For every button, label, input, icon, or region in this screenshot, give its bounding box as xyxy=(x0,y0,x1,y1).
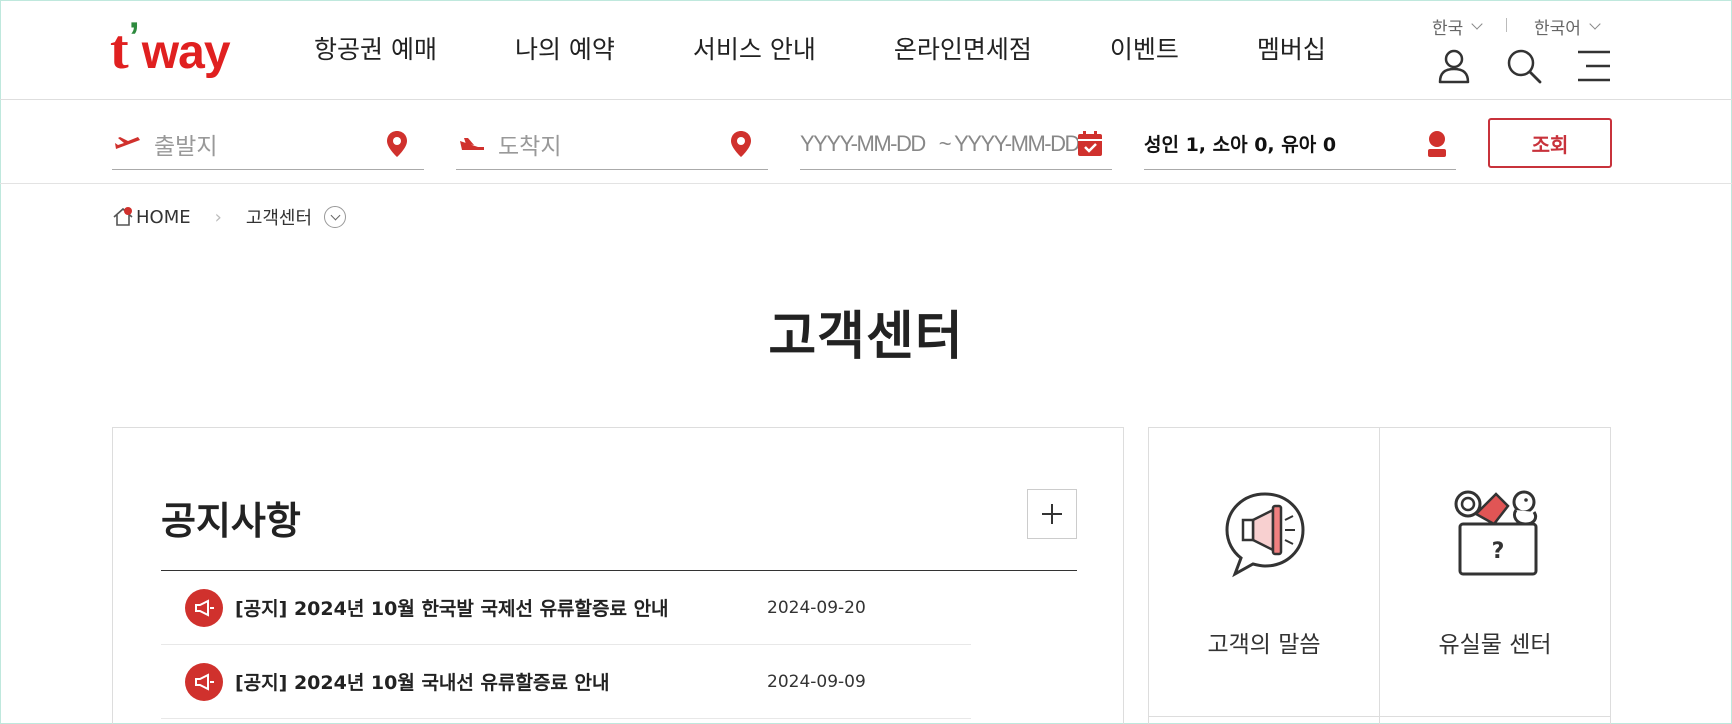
main-nav: 항공권 예매 나의 예약 서비스 안내 온라인면세점 이벤트 멤버십 xyxy=(314,30,1404,66)
notice-item-title: [공지] 2024년 10월 한국발 국제선 유류할증료 안내 xyxy=(235,598,669,620)
breadcrumb-dropdown-toggle[interactable] xyxy=(324,206,347,228)
takeoff-icon xyxy=(115,136,140,149)
date-end-placeholder: YYYY-MM-DD xyxy=(954,130,1080,156)
nav-booking[interactable]: 항공권 예매 xyxy=(314,30,437,66)
chevron-down-icon xyxy=(1471,18,1483,30)
lost-and-found-card[interactable]: ? 유실물 센터 xyxy=(1379,427,1611,724)
breadcrumb: HOME › 고객센터 xyxy=(112,204,347,230)
page-title: 고객센터 xyxy=(768,307,964,367)
nav-membership[interactable]: 멤버십 xyxy=(1257,30,1326,66)
megaphone-icon xyxy=(1225,492,1305,578)
menu-icon[interactable] xyxy=(1574,46,1614,86)
chevron-down-icon xyxy=(1589,18,1601,30)
customer-voice-card[interactable]: 고객의 말씀 xyxy=(1148,427,1380,724)
nav-events[interactable]: 이벤트 xyxy=(1110,30,1179,66)
global-header: t ’ way 항공권 예매 나의 예약 서비스 안내 온라인면세점 이벤트 멤… xyxy=(0,0,1732,100)
notice-item-title: [공지] 2024년 10월 국내선 유류할증료 안내 xyxy=(235,672,610,694)
search-icon[interactable] xyxy=(1504,46,1544,86)
date-start-placeholder: YYYY-MM-DD xyxy=(800,130,926,156)
lang-divider xyxy=(1506,18,1507,32)
date-separator: ~ xyxy=(938,130,952,156)
breadcrumb-home[interactable]: HOME xyxy=(136,207,191,228)
notice-item-date: 2024-09-20 xyxy=(767,597,866,618)
landing-icon xyxy=(460,137,484,150)
location-pin-icon xyxy=(731,130,751,157)
customer-voice-label: 고객의 말씀 xyxy=(1207,632,1321,658)
notice-title: 공지사항 xyxy=(161,499,301,543)
notice-panel: 공지사항 [공지] 2024년 10월 한국발 국제선 유류할증료 안내 202… xyxy=(112,427,1124,724)
language-label: 한국어 xyxy=(1534,19,1581,39)
person-icon xyxy=(1428,130,1446,157)
departure-placeholder: 출발지 xyxy=(154,133,218,160)
notice-megaphone-icon xyxy=(185,588,223,627)
departure-field[interactable]: 출발지 xyxy=(112,118,424,170)
card-divider xyxy=(1380,716,1610,717)
notice-megaphone-icon xyxy=(185,662,223,701)
nav-duty-free[interactable]: 온라인면세점 xyxy=(894,30,1032,66)
arrival-field[interactable]: 도착지 xyxy=(456,118,768,170)
notice-more-button[interactable] xyxy=(1027,489,1077,539)
logo-t: t xyxy=(110,19,129,81)
lost-and-found-icon: ? xyxy=(1454,490,1538,576)
chevron-down-icon xyxy=(330,210,341,220)
breadcrumb-separator: › xyxy=(214,206,222,228)
language-select[interactable]: 한국어 xyxy=(1534,14,1601,39)
logo-apostrophe: ’ xyxy=(128,15,140,59)
breadcrumb-current: 고객센터 xyxy=(245,208,313,229)
notice-item[interactable]: [공지] 2024년 10월 한국발 국제선 유류할증료 안내 2024-09-… xyxy=(161,571,971,645)
card-divider xyxy=(1149,716,1379,717)
date-field[interactable]: YYYY-MM-DD ~ YYYY-MM-DD xyxy=(800,118,1112,170)
nav-my-reservation[interactable]: 나의 예약 xyxy=(515,30,615,66)
calendar-icon xyxy=(1078,130,1102,156)
lost-and-found-label: 유실물 센터 xyxy=(1438,632,1552,658)
home-icon xyxy=(113,207,133,226)
region-select[interactable]: 한국 xyxy=(1432,14,1483,39)
nav-services[interactable]: 서비스 안내 xyxy=(693,30,816,66)
notice-item-date: 2024-09-09 xyxy=(767,671,866,692)
passenger-count: 성인 1, 소아 0, 유아 0 xyxy=(1144,134,1337,156)
logo-way: way xyxy=(141,26,231,79)
arrival-placeholder: 도착지 xyxy=(498,133,562,160)
search-flights-button[interactable]: 조회 xyxy=(1488,118,1612,168)
svg-text:?: ? xyxy=(1492,539,1505,564)
user-icon[interactable] xyxy=(1434,46,1474,86)
passenger-field[interactable]: 성인 1, 소아 0, 유아 0 xyxy=(1144,118,1456,170)
location-pin-icon xyxy=(387,130,407,157)
notice-item[interactable]: [공지] 2024년 10월 국내선 유류할증료 안내 2024-09-09 xyxy=(161,645,971,719)
region-label: 한국 xyxy=(1432,19,1464,39)
tway-logo[interactable]: t ’ way xyxy=(110,15,231,81)
